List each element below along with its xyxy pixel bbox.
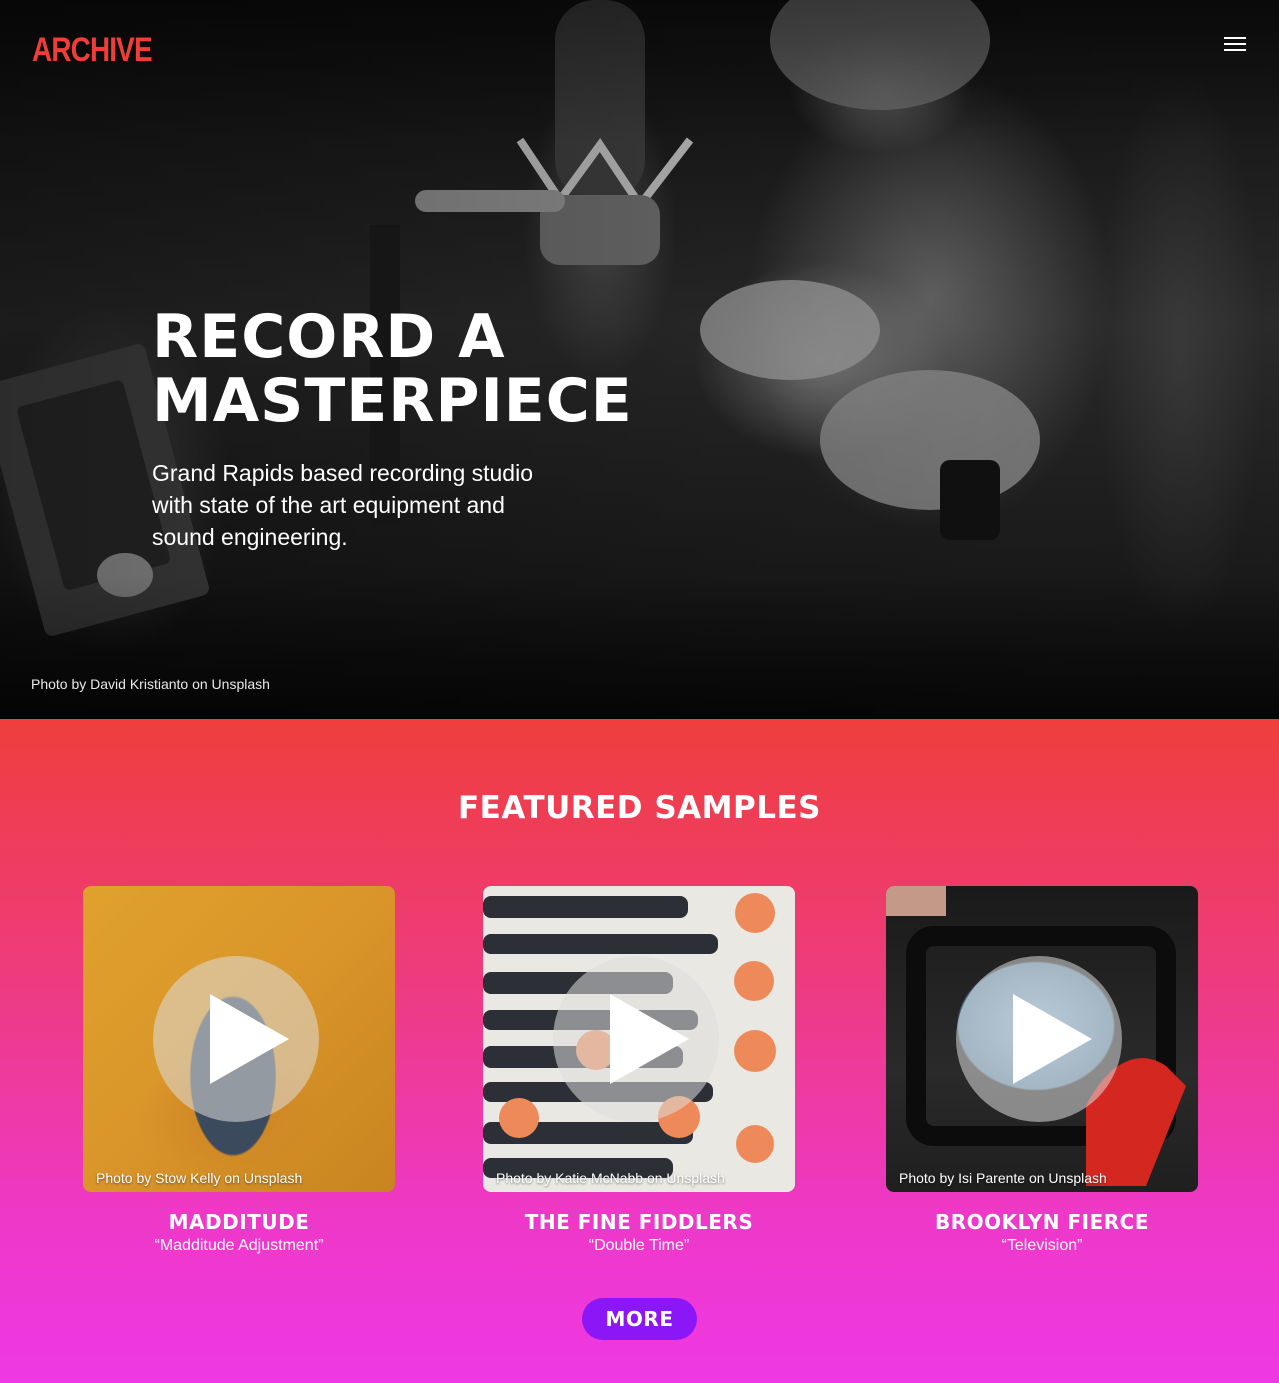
sample-card: Photo by Katie McNabb on Unsplash THE FI… [483, 886, 795, 1255]
menu-line [1224, 37, 1246, 39]
archive-logo[interactable]: ARCHIVE [32, 31, 153, 70]
photo-credit: Photo by Stow Kelly on Unsplash [96, 1170, 303, 1186]
artist-name: BROOKLYN FIERCE [935, 1210, 1149, 1234]
hero-section: ARCHIVE RECORD A MASTERPIECE Grand Rapid… [0, 0, 1279, 719]
play-button[interactable] [153, 956, 319, 1122]
track-title: “Television” [1001, 1237, 1083, 1254]
sample-card: Photo by Stow Kelly on Unsplash MADDITUD… [83, 886, 395, 1255]
play-icon [610, 994, 689, 1084]
play-icon [210, 994, 289, 1084]
sample-card: Photo by Isi Parente on Unsplash BROOKLY… [886, 886, 1198, 1255]
hero-text-block: RECORD A MASTERPIECE Grand Rapids based … [152, 305, 712, 553]
menu-line [1224, 43, 1246, 45]
artist-name: MADDITUDE [168, 1210, 310, 1234]
artist-name: THE FINE FIDDLERS [524, 1210, 754, 1234]
sample-photo: Photo by Isi Parente on Unsplash [886, 886, 1198, 1192]
featured-title: FEATURED SAMPLES [458, 790, 821, 826]
hero-title: RECORD A MASTERPIECE [152, 302, 633, 436]
play-icon [1013, 994, 1092, 1084]
hamburger-menu-icon[interactable] [1222, 33, 1248, 53]
track-title: “Double Time” [588, 1237, 690, 1254]
photo-credit: Photo by Isi Parente on Unsplash [899, 1170, 1107, 1186]
sample-photo: Photo by Stow Kelly on Unsplash [83, 886, 395, 1192]
play-button[interactable] [553, 956, 719, 1122]
photo-credit: Photo by Katie McNabb on Unsplash [496, 1170, 725, 1186]
more-button[interactable]: MORE [582, 1298, 697, 1340]
featured-section: FEATURED SAMPLES Photo by Stow Kelly on … [0, 719, 1279, 1383]
menu-line [1224, 49, 1246, 51]
hero-photo-credit: Photo by David Kristianto on Unsplash [31, 676, 270, 692]
hero-subtitle: Grand Rapids based recording studio with… [152, 460, 534, 550]
sample-photo: Photo by Katie McNabb on Unsplash [483, 886, 795, 1192]
play-button[interactable] [956, 956, 1122, 1122]
track-title: “Madditude Adjustment” [154, 1237, 324, 1254]
